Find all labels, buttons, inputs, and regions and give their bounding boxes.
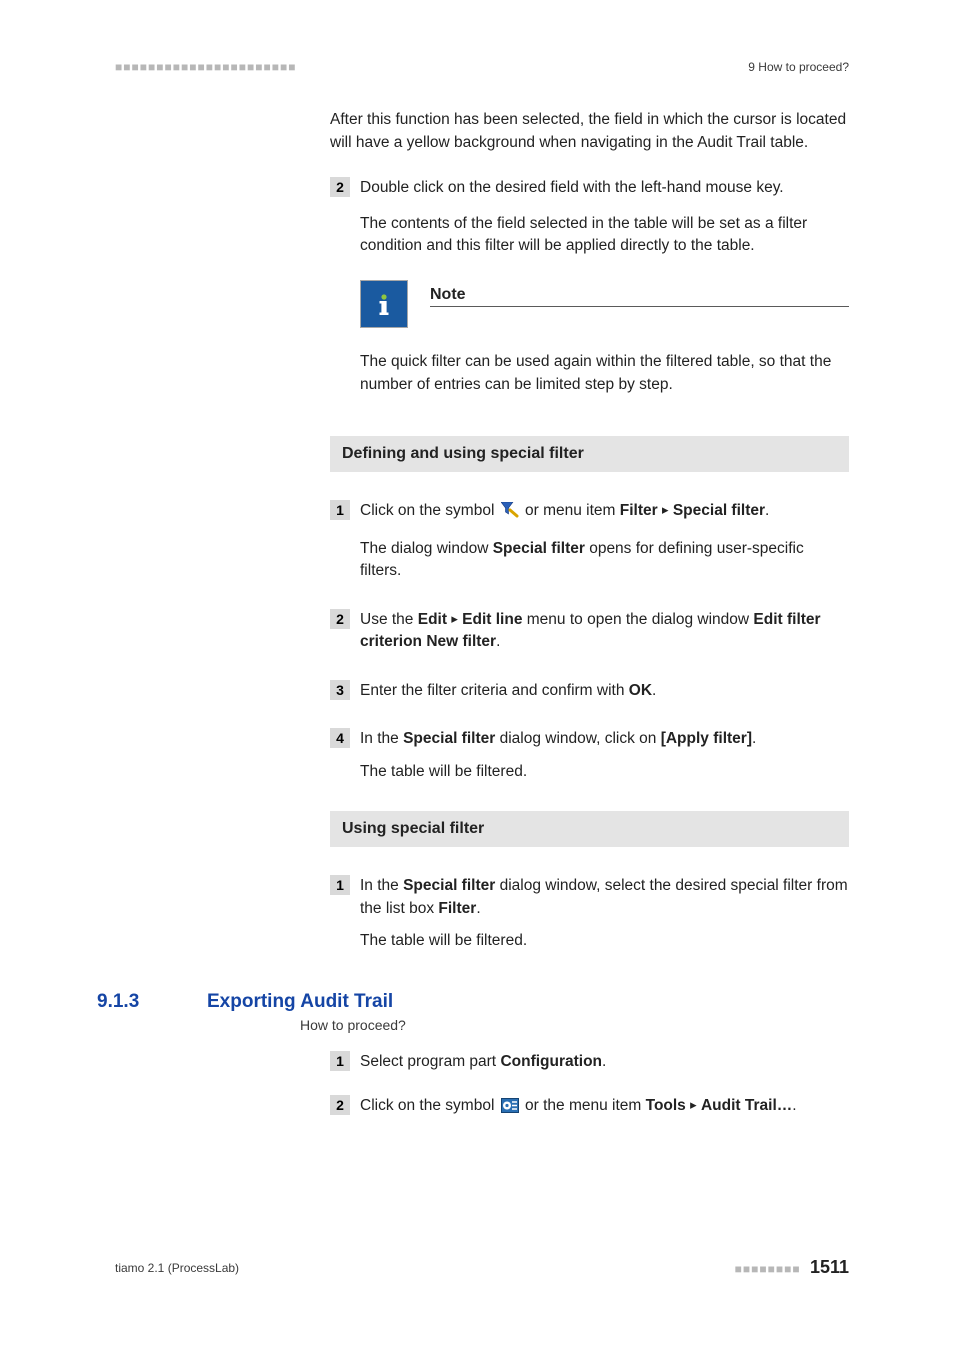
step-text: Double click on the desired field with t… — [360, 177, 849, 199]
audit-trail-icon — [501, 1098, 519, 1120]
step-text: Enter the filter criteria and confirm wi… — [360, 680, 849, 702]
step-body: Use the Edit Edit line menu to open the … — [360, 609, 849, 654]
step-text: The table will be filtered. — [360, 761, 849, 783]
step-text: In the Special filter dialog window, sel… — [360, 875, 849, 920]
footer-dots: ■■■■■■■■ — [735, 1262, 801, 1276]
step-number: 3 — [330, 680, 350, 700]
menu-special-filter: Special filter — [673, 502, 765, 519]
section-number: 9.1.3 — [97, 991, 207, 1013]
section-using: Using special filter 1 In the Special fi… — [330, 811, 849, 952]
filter-wrench-icon — [501, 502, 519, 525]
page: ■■■■■■■■■■■■■■■■■■■■■■ 9 How to proceed?… — [0, 0, 954, 1350]
step-number: 2 — [330, 1095, 350, 1115]
subsection-title: Using special filter — [330, 811, 849, 847]
step-text: Select program part Configuration. — [360, 1051, 849, 1073]
page-footer: tiamo 2.1 (ProcessLab) ■■■■■■■■ 1511 — [115, 1257, 849, 1278]
info-icon — [360, 280, 408, 328]
menu-tools: Tools — [646, 1097, 686, 1114]
section-heading: 9.1.3 Exporting Audit Trail — [97, 991, 849, 1013]
breadcrumb: 9 How to proceed? — [748, 60, 849, 74]
chevron-right-icon — [662, 502, 669, 519]
step-body: Double click on the desired field with t… — [360, 177, 849, 258]
step-text: The table will be filtered. — [360, 930, 849, 952]
step-a2: 2 Double click on the desired field with… — [330, 177, 849, 397]
subsection-title: Defining and using special filter — [330, 436, 849, 472]
step-body: In the Special filter dialog window, sel… — [360, 875, 849, 952]
step-number: 2 — [330, 177, 350, 197]
step-text: The contents of the field selected in th… — [360, 213, 849, 258]
step-number: 1 — [330, 875, 350, 895]
step-number: 2 — [330, 609, 350, 629]
step-number: 4 — [330, 728, 350, 748]
chevron-right-icon — [451, 611, 458, 628]
note-box: Note The quick filter can be used again … — [360, 280, 849, 397]
chevron-right-icon — [690, 1097, 697, 1114]
section-title: Exporting Audit Trail — [207, 991, 393, 1013]
note-label: Note — [430, 286, 849, 307]
section-subtitle: How to proceed? — [300, 1017, 849, 1033]
page-header: ■■■■■■■■■■■■■■■■■■■■■■ 9 How to proceed? — [115, 60, 849, 74]
header-dots: ■■■■■■■■■■■■■■■■■■■■■■ — [115, 60, 296, 74]
step-text: In the Special filter dialog window, cli… — [360, 728, 849, 750]
section-export: 1 Select program part Configuration. 2 C… — [330, 1051, 849, 1121]
step-number: 1 — [330, 1051, 350, 1071]
step-body: In the Special filter dialog window, cli… — [360, 728, 849, 783]
step-text: The dialog window Special filter opens f… — [360, 538, 849, 583]
step-number: 1 — [330, 500, 350, 520]
menu-audit-trail: Audit Trail… — [701, 1097, 792, 1114]
step-text: Click on the symbol or menu item Filter … — [360, 500, 849, 525]
note-text: The quick filter can be used again withi… — [360, 350, 849, 397]
step-body: Select program part Configuration. — [360, 1051, 849, 1073]
intro-text: After this function has been selected, t… — [330, 108, 849, 155]
menu-filter: Filter — [620, 502, 658, 519]
step-body: Enter the filter criteria and confirm wi… — [360, 680, 849, 702]
product-name: tiamo 2.1 (ProcessLab) — [115, 1261, 239, 1275]
step-text: Use the Edit Edit line menu to open the … — [360, 609, 849, 654]
step-text: Click on the symbol or the menu item Too… — [360, 1095, 849, 1120]
footer-right: ■■■■■■■■ 1511 — [735, 1257, 849, 1278]
step-body: Click on the symbol or the menu item Too… — [360, 1095, 849, 1120]
section-defining: Defining and using special filter 1 Clic… — [330, 436, 849, 783]
intro-block: After this function has been selected, t… — [330, 108, 849, 155]
step-body: Click on the symbol or menu item Filter … — [360, 500, 849, 582]
page-number: 1511 — [810, 1257, 849, 1277]
